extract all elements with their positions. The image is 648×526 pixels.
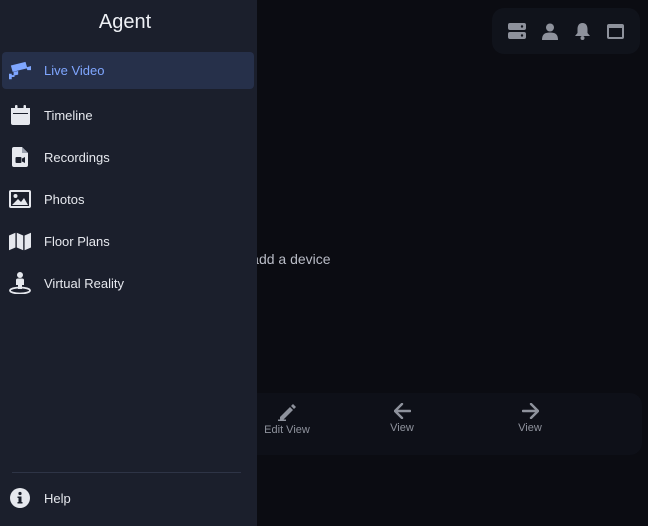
sidebar-item-label: Live Video xyxy=(44,63,105,78)
server-icon[interactable] xyxy=(506,20,528,42)
sidebar-item-timeline[interactable]: Timeline xyxy=(0,94,257,136)
edit-view-button[interactable]: Edit View xyxy=(257,403,317,436)
sidebar-item-live-video[interactable]: Live Video xyxy=(2,52,254,89)
arrow-right-icon xyxy=(521,403,539,419)
video-camera-icon xyxy=(9,60,31,82)
sidebar-item-help[interactable]: Help xyxy=(0,484,257,512)
sidebar-item-label: Floor Plans xyxy=(44,233,110,249)
sidebar-item-floor-plans[interactable]: Floor Plans xyxy=(0,220,257,262)
vr-person-icon xyxy=(9,272,31,294)
previous-view-label: View xyxy=(390,422,414,434)
top-toolbar xyxy=(492,8,640,54)
app-title: Agent xyxy=(98,11,152,33)
image-icon xyxy=(9,188,31,210)
sidebar-divider xyxy=(12,472,241,473)
edit-icon xyxy=(278,404,296,421)
file-video-icon xyxy=(9,146,31,168)
calendar-icon xyxy=(9,104,31,126)
sidebar-item-virtual-reality[interactable]: Virtual Reality xyxy=(0,262,257,304)
next-view-button[interactable]: View xyxy=(500,403,560,434)
sidebar-item-label: Virtual Reality xyxy=(44,275,124,291)
previous-view-button[interactable]: View xyxy=(372,403,432,434)
window-icon[interactable] xyxy=(605,20,627,42)
edit-view-label: Edit View xyxy=(264,424,310,436)
sidebar-item-label: Photos xyxy=(44,191,85,207)
view-controls-bar: Edit View View View xyxy=(205,393,642,455)
sidebar-item-recordings[interactable]: Recordings xyxy=(0,136,257,178)
sidebar-nav: Live Video Timeline Recordings Photos Fl xyxy=(0,52,257,304)
user-icon[interactable] xyxy=(539,20,561,42)
info-icon xyxy=(9,487,31,509)
sidebar-item-label: Recordings xyxy=(44,149,110,165)
arrow-left-icon xyxy=(393,403,411,419)
sidebar: Agent Live Video Timeline Recordings Pho… xyxy=(0,0,257,526)
bell-icon[interactable] xyxy=(572,20,594,42)
next-view-label: View xyxy=(518,422,542,434)
sidebar-item-label: Timeline xyxy=(44,107,93,123)
help-label: Help xyxy=(44,490,71,506)
map-icon xyxy=(9,230,31,252)
sidebar-item-photos[interactable]: Photos xyxy=(0,178,257,220)
